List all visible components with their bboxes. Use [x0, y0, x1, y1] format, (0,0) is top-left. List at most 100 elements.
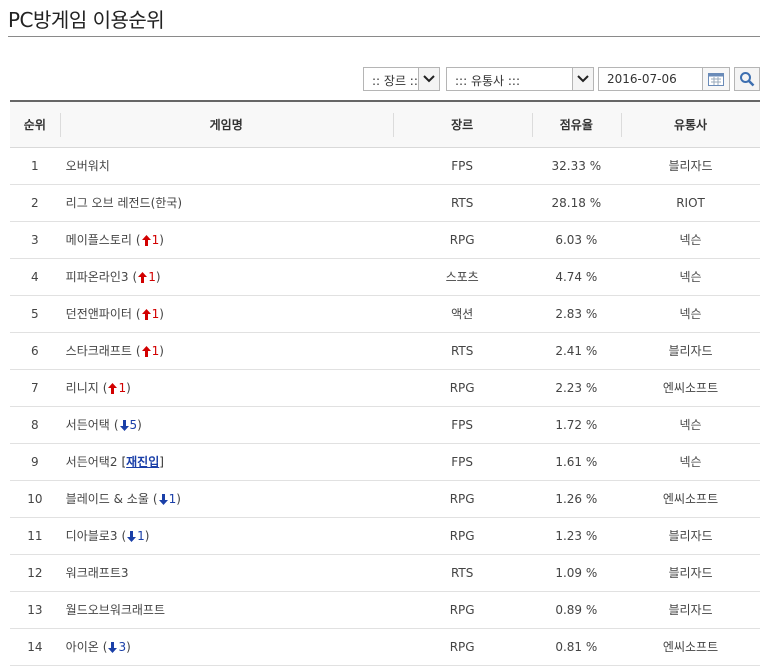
- publisher-cell-text: 엔씨소프트: [662, 381, 719, 395]
- share-cell-text: 2.23 %: [555, 380, 598, 395]
- share-cell-text: 0.89 %: [555, 602, 598, 617]
- publisher-cell: 넥슨: [621, 406, 760, 444]
- table-row[interactable]: 5 던전앤파이터(1) 액션 2.83 % 넥슨: [10, 295, 760, 333]
- table-row[interactable]: 1 오버워치 FPS 32.33 % 블리자드: [10, 147, 760, 185]
- game-name-cell[interactable]: 블레이드 & 소울(1): [59, 480, 393, 518]
- game-name-cell-text[interactable]: 블레이드 & 소울: [66, 492, 149, 506]
- game-name-cell-text[interactable]: 스타크래프트: [66, 344, 132, 358]
- header-name: 게임명: [59, 100, 393, 148]
- table-row[interactable]: 12 워크래프트3 RTS 1.09 % 블리자드: [10, 554, 760, 592]
- game-name-cell[interactable]: 리그 오브 레전드(한국): [59, 184, 393, 222]
- table-row[interactable]: 11 디아블로3(1) RPG 1.23 % 블리자드: [10, 517, 760, 555]
- game-name-cell-text[interactable]: 서든어택: [66, 418, 110, 432]
- game-name-cell-text[interactable]: 월드오브워크래프트: [66, 603, 165, 617]
- genre-cell-text: RPG: [449, 528, 475, 543]
- game-name-cell[interactable]: 디아블로3(1): [59, 517, 393, 555]
- publisher-cell-text: 엔씨소프트: [662, 640, 719, 654]
- rank-cell-text: 5: [31, 306, 39, 321]
- table-row[interactable]: 7 리니지(1) RPG 2.23 % 엔씨소프트: [10, 369, 760, 407]
- game-name-cell-text[interactable]: 리그 오브 레전드(한국): [66, 196, 182, 210]
- rank-cell: 2: [10, 184, 60, 222]
- genre-cell-text: RTS: [450, 195, 474, 210]
- game-name-cell[interactable]: 서든어택2 [재진입]: [59, 443, 393, 481]
- game-name-cell[interactable]: 피파온라인3(1): [59, 258, 393, 296]
- rank-cell: 1: [10, 147, 60, 185]
- share-cell-text: 0.81 %: [555, 639, 598, 654]
- genre-cell-text: 액션: [451, 307, 474, 321]
- rank-cell-text: 13: [27, 602, 43, 617]
- share-cell: 32.33 %: [531, 147, 622, 185]
- search-button[interactable]: [734, 67, 760, 91]
- game-name-cell[interactable]: 오버워치: [59, 147, 393, 185]
- table-row[interactable]: 10 블레이드 & 소울(1) RPG 1.26 % 엔씨소프트: [10, 480, 760, 518]
- table-row[interactable]: 13 월드오브워크래프트 RPG 0.89 % 블리자드: [10, 591, 760, 629]
- table-row[interactable]: 8 서든어택(5) FPS 1.72 % 넥슨: [10, 406, 760, 444]
- publisher-cell-text: 블리자드: [668, 603, 713, 617]
- game-name-cell-text[interactable]: 서든어택2: [66, 455, 118, 469]
- table-row[interactable]: 2 리그 오브 레전드(한국) RTS 28.18 % RIOT: [10, 184, 760, 222]
- game-name-cell-text[interactable]: 오버워치: [66, 159, 110, 173]
- table-body: 1 오버워치 FPS 32.33 % 블리자드 2 리그 오브 레전드(한국) RTS 28.1…: [10, 147, 760, 666]
- arrow-up-icon: [141, 309, 151, 320]
- rank-cell-text: 11: [27, 528, 43, 543]
- table-row[interactable]: 6 스타크래프트(1) RTS 2.41 % 블리자드: [10, 332, 760, 370]
- rank-cell: 6: [10, 332, 60, 370]
- game-name-cell[interactable]: 리니지(1): [59, 369, 393, 407]
- share-cell: 1.72 %: [531, 406, 622, 444]
- genre-cell: FPS: [392, 147, 532, 185]
- publisher-cell-text: RIOT: [676, 195, 705, 210]
- game-name-cell[interactable]: 워크래프트3: [59, 554, 393, 592]
- game-name-cell[interactable]: 월드오브워크래프트: [59, 591, 393, 629]
- game-name-cell[interactable]: 메이플스토리(1): [59, 221, 393, 259]
- calendar-icon[interactable]: [702, 68, 729, 90]
- genre-cell-text: RPG: [449, 380, 475, 395]
- game-name-cell-text[interactable]: 디아블로3: [66, 529, 118, 543]
- game-name-cell-text[interactable]: 피파온라인3: [66, 270, 129, 284]
- share-cell: 1.26 %: [531, 480, 622, 518]
- arrow-up-icon: [141, 235, 151, 246]
- title-divider: [8, 36, 760, 37]
- share-cell: 6.03 %: [531, 221, 622, 259]
- game-name-cell[interactable]: 던전앤파이터(1): [59, 295, 393, 333]
- rank-cell-text: 2: [31, 195, 39, 210]
- genre-select[interactable]: :: 장르 ::: [363, 67, 440, 91]
- arrow-up-icon: [138, 272, 148, 283]
- table-row[interactable]: 14 아이온(3) RPG 0.81 % 엔씨소프트: [10, 628, 760, 666]
- publisher-cell: 넥슨: [621, 221, 760, 259]
- publisher-cell: 엔씨소프트: [621, 628, 760, 666]
- game-name-cell-text[interactable]: 워크래프트3: [66, 566, 129, 580]
- table-row[interactable]: 3 메이플스토리(1) RPG 6.03 % 넥슨: [10, 221, 760, 259]
- date-input[interactable]: 2016-07-06: [598, 67, 730, 91]
- publisher-select[interactable]: ::: 유통사 :::: [446, 67, 594, 91]
- game-name-cell-text[interactable]: 리니지: [66, 381, 99, 395]
- game-name-cell-text[interactable]: 메이플스토리: [66, 233, 132, 247]
- share-cell: 4.74 %: [531, 258, 622, 296]
- page-title: PC방게임 이용순위: [8, 8, 165, 32]
- publisher-select-value: ::: 유통사 :::: [455, 74, 521, 88]
- game-name-cell-text[interactable]: 아이온: [66, 640, 99, 654]
- game-name-cell[interactable]: 스타크래프트(1): [59, 332, 393, 370]
- rank-change-number: 1: [151, 233, 160, 247]
- game-name-cell-text[interactable]: 던전앤파이터: [66, 307, 132, 321]
- rank-cell-text: 7: [31, 380, 39, 395]
- rank-cell-text: 14: [27, 639, 43, 654]
- share-cell: 1.09 %: [531, 554, 622, 592]
- table-row[interactable]: 9 서든어택2 [재진입] FPS 1.61 % 넥슨: [10, 443, 760, 481]
- share-cell: 2.41 %: [531, 332, 622, 370]
- share-cell: 28.18 %: [531, 184, 622, 222]
- share-cell-text: 1.61 %: [555, 454, 598, 469]
- share-cell: 0.89 %: [531, 591, 622, 629]
- filter-bar: :: 장르 :: ::: 유통사 ::: 2016-07-06: [0, 67, 764, 93]
- rank-cell: 10: [10, 480, 60, 518]
- game-name-cell[interactable]: 아이온(3): [59, 628, 393, 666]
- date-value: 2016-07-06: [607, 72, 677, 86]
- genre-cell: RPG: [392, 591, 532, 629]
- share-cell: 1.61 %: [531, 443, 622, 481]
- game-name-cell[interactable]: 서든어택(5): [59, 406, 393, 444]
- rank-cell-text: 4: [31, 269, 39, 284]
- genre-cell: FPS: [392, 443, 532, 481]
- table-row[interactable]: 4 피파온라인3(1) 스포츠 4.74 % 넥슨: [10, 258, 760, 296]
- rank-change-number: 1: [151, 344, 160, 358]
- share-cell-text: 1.09 %: [555, 565, 598, 580]
- publisher-cell-text: 엔씨소프트: [662, 492, 719, 506]
